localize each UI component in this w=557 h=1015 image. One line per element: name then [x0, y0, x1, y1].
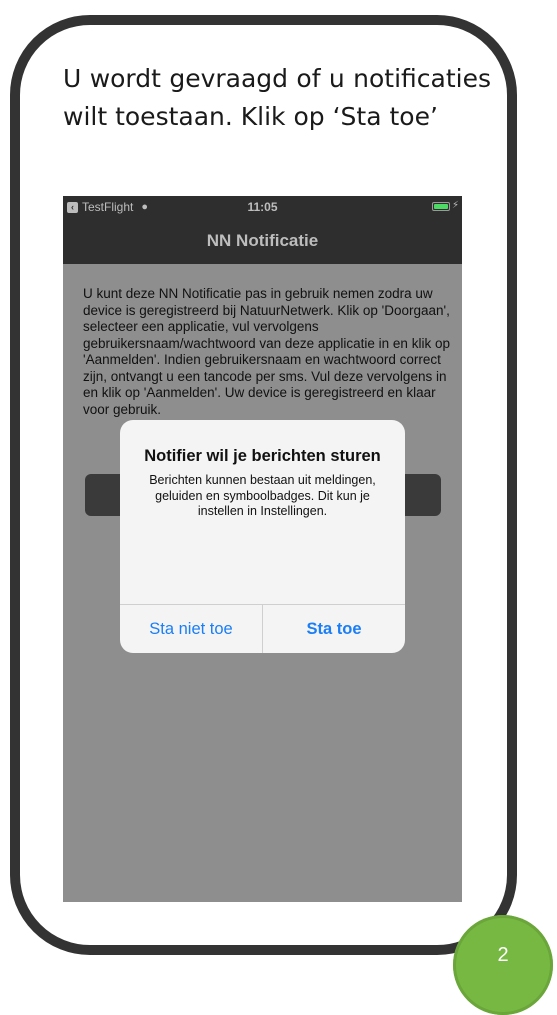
- charging-icon: ⚡: [451, 200, 459, 211]
- instruction-text: U wordt gevraagd of u notificaties wilt …: [63, 64, 491, 131]
- status-bar: ‹ TestFlight ● 11:05 ⚡: [63, 196, 462, 218]
- phone-screen: ‹ TestFlight ● 11:05 ⚡ NN Notificatie U …: [63, 196, 462, 902]
- status-time: 11:05: [247, 200, 278, 214]
- battery-icon: [432, 202, 450, 211]
- alert-title: Notifier wil je berichten sturen: [144, 447, 381, 465]
- alert-button-row: Sta niet toe Sta toe: [120, 604, 405, 653]
- registration-instructions: U kunt deze NN Notificatie pas in gebrui…: [83, 286, 450, 417]
- alert-message: Berichten kunnen bestaan uit meldingen, …: [149, 473, 376, 518]
- battery-level: [434, 204, 448, 209]
- deny-button[interactable]: Sta niet toe: [120, 605, 262, 653]
- page-number-badge: 2: [453, 915, 553, 1015]
- nav-bar-title: NN Notificatie: [63, 218, 462, 264]
- allow-button[interactable]: Sta toe: [262, 605, 405, 653]
- notification-permission-alert: Notifier wil je berichten sturen Bericht…: [120, 420, 405, 653]
